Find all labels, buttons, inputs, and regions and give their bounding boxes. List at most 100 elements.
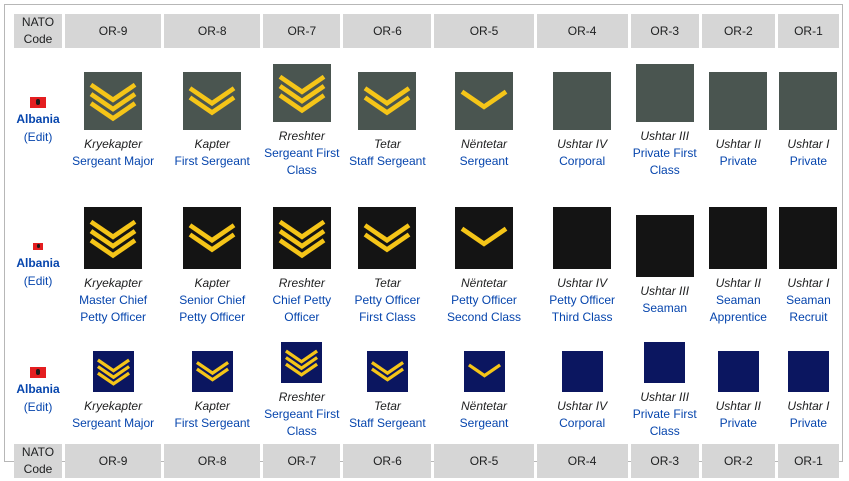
english-rank-link[interactable]: Petty Officer First Class xyxy=(343,292,431,326)
rank-insignia xyxy=(84,72,143,130)
rank-insignia xyxy=(635,63,694,122)
albanian-rank-name: Kryekapter xyxy=(84,398,143,413)
rank-insignia xyxy=(635,215,694,277)
english-rank-link[interactable]: Corporal xyxy=(537,415,628,432)
country-cell: Albania (Edit) xyxy=(14,341,62,441)
english-rank-link[interactable]: First Sergeant xyxy=(164,153,260,170)
rank-cell: Ushtar III Private First Class xyxy=(631,51,699,191)
english-rank-link[interactable]: First Sergeant xyxy=(164,415,260,432)
chevron-insignia-icon xyxy=(89,219,137,258)
grade-header: OR-5 xyxy=(434,444,534,478)
army-rank-row: Albania (Edit) Kryekapter Sergeant Major … xyxy=(14,51,839,191)
chevron-insignia-icon xyxy=(89,82,137,122)
country-link[interactable]: Albania xyxy=(14,254,62,272)
rank-insignia xyxy=(366,350,408,392)
albanian-rank-name: Kryekapter xyxy=(84,137,143,151)
english-rank-link[interactable]: Sergeant First Class xyxy=(263,406,340,440)
english-rank-link[interactable]: Private First Class xyxy=(631,145,699,179)
rank-insignia xyxy=(358,206,417,269)
rank-cell: Tetar Staff Sergeant xyxy=(343,341,431,441)
rank-insignia xyxy=(709,206,768,269)
chevron-insignia-icon xyxy=(285,349,319,377)
chevron-insignia-icon xyxy=(195,360,229,382)
english-rank-link[interactable]: Private xyxy=(702,415,775,432)
english-rank-link[interactable]: Seaman Apprentice xyxy=(702,292,775,326)
albanian-rank-name: Ushtar I xyxy=(787,137,830,151)
rank-insignia xyxy=(183,72,242,130)
english-rank-link[interactable]: Sergeant First Class xyxy=(263,145,340,179)
grade-header: OR-1 xyxy=(777,14,839,48)
english-rank-link[interactable]: Sergeant Major xyxy=(65,153,161,170)
country-link[interactable]: Albania xyxy=(14,380,62,398)
country-cell: Albania (Edit) xyxy=(14,194,62,338)
english-rank-link[interactable]: Private xyxy=(702,153,775,170)
english-rank-link[interactable]: Staff Sergeant xyxy=(343,153,431,170)
rank-insignia xyxy=(553,72,612,130)
grade-header: OR-3 xyxy=(630,14,699,48)
albania-flag-icon xyxy=(33,242,44,250)
rank-insignia xyxy=(561,350,603,392)
english-rank-link[interactable]: Private xyxy=(778,415,839,432)
english-rank-link[interactable]: Petty Officer Second Class xyxy=(434,292,533,326)
grade-header: OR-7 xyxy=(263,444,341,478)
english-rank-link[interactable]: Sergeant xyxy=(434,153,533,170)
english-rank-link[interactable]: Senior Chief Petty Officer xyxy=(164,292,260,326)
english-rank-link[interactable]: Private xyxy=(778,153,839,170)
albanian-rank-name: Nëntetar xyxy=(461,137,508,151)
albanian-rank-name: Tetar xyxy=(373,398,401,413)
rank-cell: Ushtar III Private First Class xyxy=(631,341,699,441)
edit-link[interactable]: (Edit) xyxy=(24,274,53,288)
rank-table-frame: NATO Code OR-9 OR-8 OR-7 OR-6 OR-5 OR-4 … xyxy=(4,4,843,478)
chevron-insignia-icon xyxy=(364,222,411,252)
edit-link[interactable]: (Edit) xyxy=(24,400,53,414)
chevron-stripe xyxy=(467,363,501,378)
rank-cell: Kapter First Sergeant xyxy=(164,51,260,191)
rank-insignia xyxy=(787,350,829,392)
english-rank-link[interactable]: Private First Class xyxy=(631,406,699,440)
english-rank-link[interactable]: Sergeant xyxy=(434,415,533,432)
english-rank-link[interactable]: Staff Sergeant xyxy=(343,415,431,432)
rank-cell: Ushtar III Seaman xyxy=(631,194,699,338)
albanian-rank-name: Rreshter xyxy=(278,390,325,404)
english-rank-link[interactable]: Seaman Recruit xyxy=(778,292,839,326)
grade-header: OR-6 xyxy=(343,14,432,48)
albanian-rank-name: Ushtar III xyxy=(640,390,690,404)
english-rank-link[interactable]: Sergeant Major xyxy=(65,415,161,432)
rank-insignia xyxy=(644,342,686,383)
grade-header: OR-8 xyxy=(164,14,261,48)
albanian-rank-name: Nëntetar xyxy=(461,275,508,290)
rank-cell: Kryekapter Sergeant Major xyxy=(65,51,161,191)
albanian-rank-name: Ushtar II xyxy=(715,275,761,290)
chevron-insignia-icon xyxy=(467,363,501,378)
albanian-rank-name: Ushtar IV xyxy=(557,137,608,151)
albanian-rank-name: Kapter xyxy=(194,137,230,151)
rank-insignia xyxy=(455,72,514,130)
english-rank-link[interactable]: Corporal xyxy=(537,153,628,170)
albania-flag-icon xyxy=(30,96,47,108)
grade-header: OR-4 xyxy=(536,444,628,478)
grade-header: OR-5 xyxy=(434,14,534,48)
rank-cell: Ushtar II Private xyxy=(702,341,775,441)
grade-header: OR-2 xyxy=(701,444,775,478)
rank-cell: Nëntetar Petty Officer Second Class xyxy=(434,194,533,338)
rank-cell: Ushtar II Private xyxy=(702,51,775,191)
albanian-rank-name: Rreshter xyxy=(278,275,325,290)
rank-cell: Rreshter Sergeant First Class xyxy=(263,51,340,191)
air-rank-row: Albania (Edit) Kryekapter Sergeant Major … xyxy=(14,341,839,441)
chevron-insignia-icon xyxy=(278,219,326,258)
rank-insignia xyxy=(272,206,331,269)
rank-insignia xyxy=(779,206,838,269)
english-rank-link[interactable]: Master Chief Petty Officer xyxy=(65,292,161,326)
english-rank-link[interactable]: Petty Officer Third Class xyxy=(537,292,628,326)
rank-insignia xyxy=(709,72,768,130)
english-rank-link[interactable]: Seaman xyxy=(631,300,699,317)
edit-link[interactable]: (Edit) xyxy=(24,130,53,144)
albanian-rank-name: Tetar xyxy=(373,137,401,151)
header-row-top: NATO Code OR-9 OR-8 OR-7 OR-6 OR-5 OR-4 … xyxy=(14,14,839,48)
chevron-stripe xyxy=(460,89,508,110)
navy-rank-row: Albania (Edit) Kryekapter Master Chief Pe… xyxy=(14,194,839,338)
rank-cell: Tetar Staff Sergeant xyxy=(343,51,431,191)
english-rank-link[interactable]: Chief Petty Officer xyxy=(263,292,340,326)
chevron-insignia-icon xyxy=(460,226,508,247)
country-link[interactable]: Albania xyxy=(14,110,62,128)
